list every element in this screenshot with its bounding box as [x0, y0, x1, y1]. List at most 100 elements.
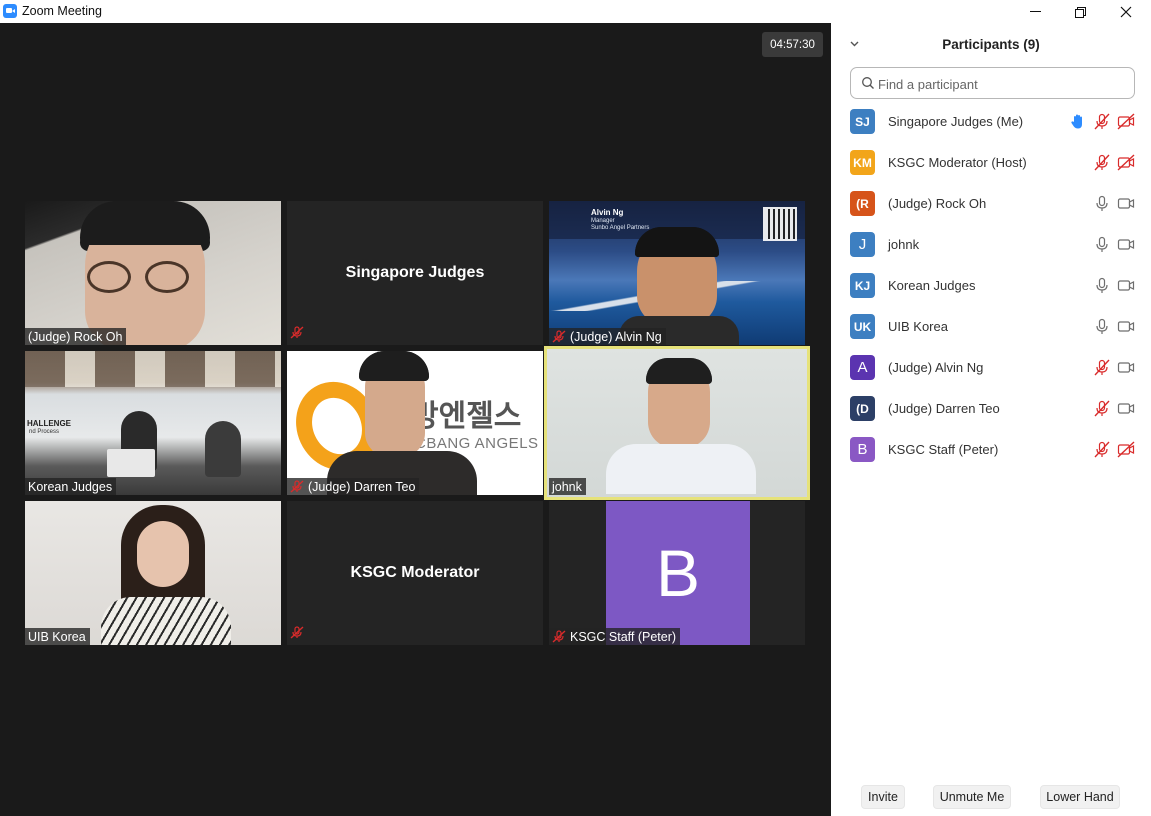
avatar: B [606, 501, 750, 645]
avatar: KJ [850, 273, 875, 298]
participant-row[interactable]: (R (Judge) Rock Oh [831, 183, 1151, 224]
participant-name: (Judge) Rock Oh [888, 196, 987, 211]
avatar: KM [850, 150, 875, 175]
minimize-button[interactable] [1012, 0, 1058, 23]
participant-row[interactable]: A (Judge) Alvin Ng [831, 347, 1151, 388]
zoom-app-icon [3, 4, 17, 18]
mic-muted-icon[interactable] [1093, 359, 1111, 376]
participant-row[interactable]: KM KSGC Moderator (Host) [831, 142, 1151, 183]
participant-name: KSGC Staff (Peter) [888, 442, 999, 457]
video-gallery: 04:57:30 (Judge) Rock Oh Singapore Judge… [0, 23, 831, 816]
participant-row[interactable]: (D (Judge) Darren Teo [831, 388, 1151, 429]
camera-off-icon[interactable] [1117, 154, 1135, 171]
participants-panel: Participants (9) SJ Singapore Judges (Me)… [831, 23, 1151, 816]
window-title: Zoom Meeting [22, 4, 102, 18]
wall-sign-text: HALLENGE [27, 419, 71, 428]
invite-button[interactable]: Invite [861, 785, 905, 809]
participant-row[interactable]: SJ Singapore Judges (Me) [831, 101, 1151, 142]
avatar: (R [850, 191, 875, 216]
participant-name: KSGC Staff (Peter) [570, 629, 677, 644]
mic-icon[interactable] [1093, 318, 1111, 335]
video-tile-uib-korea[interactable]: UIB Korea [25, 501, 281, 645]
raised-hand-icon [1069, 113, 1087, 130]
title-bar: Zoom Meeting [0, 0, 1151, 23]
participant-name: (Judge) Darren Teo [308, 479, 416, 494]
participants-header: Participants (9) [831, 23, 1151, 67]
camera-icon[interactable] [1117, 277, 1135, 294]
camera-off-icon[interactable] [1117, 441, 1135, 458]
mic-muted-icon [290, 624, 308, 642]
video-tile-ksgc-staff-peter[interactable]: B KSGC Staff (Peter) [549, 501, 805, 645]
logo-korean-text: 방엔젤스 [411, 400, 522, 433]
participant-row[interactable]: B KSGC Staff (Peter) [831, 429, 1151, 470]
participant-name: johnk [888, 237, 920, 252]
participant-name: Korean Judges [888, 278, 976, 293]
participant-name: (Judge) Alvin Ng [570, 329, 662, 344]
participant-name: (Judge) Rock Oh [28, 329, 123, 344]
participant-row[interactable]: KJ Korean Judges [831, 265, 1151, 306]
participant-row[interactable]: Jjohnk [831, 224, 1151, 265]
avatar: B [850, 437, 875, 462]
unmute-me-button[interactable]: Unmute Me [933, 785, 1011, 809]
camera-icon[interactable] [1117, 236, 1135, 253]
video-tile-rock-oh[interactable]: (Judge) Rock Oh [25, 201, 281, 345]
video-feed [87, 261, 197, 293]
avatar: SJ [850, 109, 875, 134]
logo-english-text: CBANG ANGELS [415, 435, 539, 452]
participant-search[interactable] [850, 67, 1135, 99]
banner-role: Manager Sunbo Angel Partners [591, 218, 649, 232]
video-feed [635, 227, 719, 257]
mic-muted-icon[interactable] [1093, 400, 1111, 417]
laptop-icon [107, 449, 155, 477]
participants-title: Participants (9) [942, 37, 1040, 52]
close-button[interactable] [1103, 0, 1149, 23]
qr-code-icon [763, 207, 797, 241]
banner-role-text: Manager [591, 218, 615, 224]
participant-row[interactable]: UK UIB Korea [831, 306, 1151, 347]
mic-icon[interactable] [1093, 236, 1111, 253]
video-tile-singapore-judges[interactable]: Singapore Judges [287, 201, 543, 345]
mic-muted-icon [552, 630, 566, 643]
mic-muted-icon [290, 324, 308, 342]
avatar: A [850, 355, 875, 380]
participant-name: Korean Judges [28, 479, 113, 494]
video-feed [80, 201, 210, 245]
participant-name: UIB Korea [888, 319, 948, 334]
video-tile-alvin-ng[interactable]: Alvin Ng Manager Sunbo Angel Partners (Ju… [549, 201, 805, 345]
video-feed [25, 351, 281, 387]
mic-icon[interactable] [1093, 195, 1111, 212]
participant-name-tag: (Judge) Darren Teo [287, 478, 420, 495]
participant-display-name: Singapore Judges [345, 264, 485, 281]
video-feed [646, 358, 712, 384]
avatar: UK [850, 314, 875, 339]
video-feed [101, 597, 231, 645]
restore-icon [1075, 6, 1086, 18]
participant-name: (Judge) Darren Teo [888, 401, 1000, 416]
search-icon [862, 77, 874, 89]
mic-muted-icon[interactable] [1093, 441, 1111, 458]
camera-icon[interactable] [1117, 195, 1135, 212]
restore-button[interactable] [1057, 0, 1103, 23]
video-tile-ksgc-moderator[interactable]: KSGC Moderator [287, 501, 543, 645]
participant-name-tag: KSGC Staff (Peter) [549, 628, 681, 645]
video-tile-darren-teo[interactable]: 방엔젤스 CBANG ANGELS (Judge) Darren Teo [287, 351, 543, 495]
video-feed [137, 521, 189, 587]
search-input[interactable] [878, 74, 1128, 94]
camera-icon[interactable] [1117, 359, 1135, 376]
participant-name: Singapore Judges (Me) [888, 114, 1024, 129]
video-tile-korean-judges[interactable]: HALLENGE nd Process Korean Judges [25, 351, 281, 495]
camera-off-icon[interactable] [1117, 113, 1135, 130]
mic-muted-icon[interactable] [1093, 154, 1111, 171]
mic-icon[interactable] [1093, 277, 1111, 294]
participants-footer: Invite Unmute Me Lower Hand [831, 785, 1151, 813]
banner-name: Alvin Ng [591, 208, 624, 217]
camera-icon[interactable] [1117, 318, 1135, 335]
close-icon [1120, 6, 1132, 17]
participant-name-tag: johnk [549, 478, 586, 495]
camera-icon[interactable] [1117, 400, 1135, 417]
video-feed [606, 444, 756, 494]
participant-name: (Judge) Alvin Ng [888, 360, 984, 375]
mic-muted-icon[interactable] [1093, 113, 1111, 130]
video-tile-johnk[interactable]: johnk [544, 346, 810, 500]
lower-hand-button[interactable]: Lower Hand [1040, 785, 1120, 809]
